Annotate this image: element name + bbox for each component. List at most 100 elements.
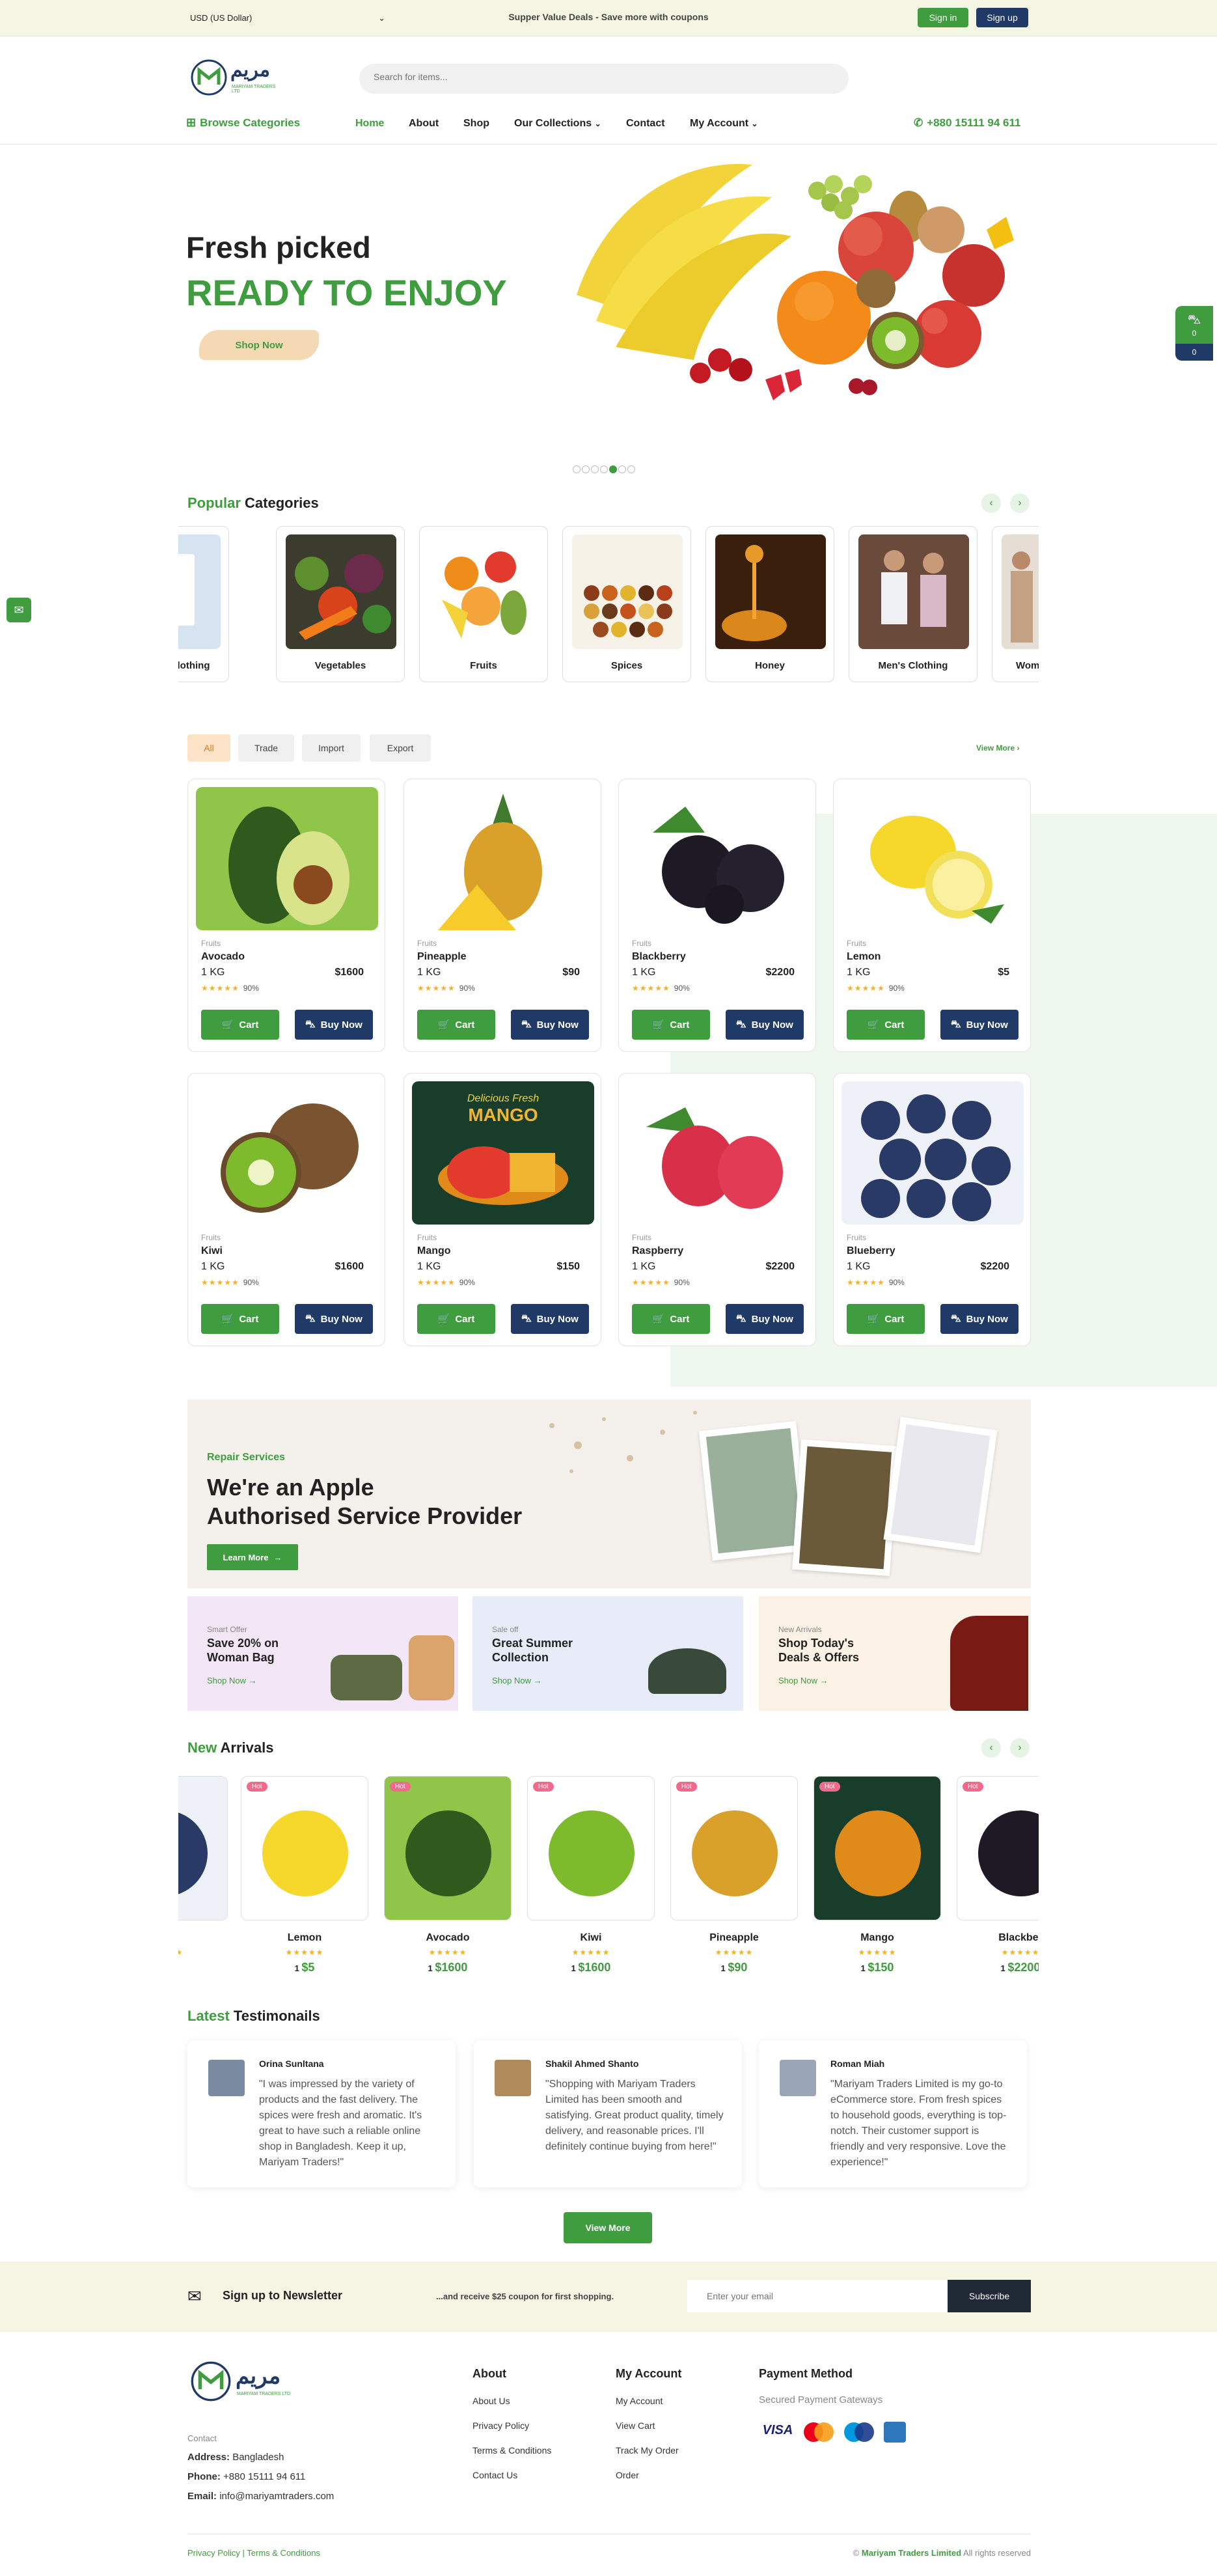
product-name[interactable]: Mango [417, 1245, 451, 1257]
promo-shop-link[interactable]: Shop Now → [492, 1676, 542, 1685]
logo[interactable]: مريم MARIYAM TRADERS LTD [190, 57, 281, 98]
category-card[interactable]: Spices [562, 526, 691, 682]
category-card[interactable]: Fruits [419, 526, 548, 682]
product-image[interactable] [627, 787, 809, 930]
product-name[interactable]: Blackberry [632, 951, 686, 963]
buy-now-button[interactable]: ⛍ Buy Now [940, 1010, 1019, 1040]
product-card[interactable]: Fruits Lemon 1 KG $5 ★★★★★ 90% 🛒 Cart ⛍ Buy Now [833, 779, 1031, 1052]
slider-dot[interactable] [573, 465, 581, 473]
product-name[interactable]: Kiwi [201, 1245, 223, 1257]
product-image[interactable]: Delicious Fresh MANGO [412, 1081, 594, 1225]
prev-arrow-icon[interactable]: ‹ [981, 1738, 1001, 1758]
buy-now-button[interactable]: ⛍ Buy Now [940, 1304, 1019, 1334]
promo-shop-link[interactable]: Shop Now → [207, 1676, 257, 1685]
product-image[interactable] [841, 787, 1024, 930]
add-to-cart-button[interactable]: 🛒 Cart [417, 1010, 495, 1040]
slider-dot[interactable] [618, 465, 626, 473]
browse-categories[interactable]: ⊞ Browse Categories [186, 116, 300, 130]
buy-now-button[interactable]: ⛍ Buy Now [726, 1010, 804, 1040]
slider-dot[interactable] [591, 465, 599, 473]
next-arrow-icon[interactable]: › [1010, 493, 1030, 513]
product-name[interactable]: Blueberry [847, 1245, 896, 1257]
next-arrow-icon[interactable]: › [1010, 1738, 1030, 1758]
testimonials-view-more-button[interactable]: View More [564, 2212, 652, 2243]
product-image[interactable] [841, 1081, 1024, 1225]
product-card[interactable]: Fruits Kiwi 1 KG $1600 ★★★★★ 90% 🛒 Cart ⛍ Buy Now [187, 1073, 385, 1346]
product-card[interactable]: Fruits Blueberry 1 KG $2200 ★★★★★ 90% 🛒 Cart ⛍ Bu… [833, 1073, 1031, 1346]
category-card[interactable]: Men's Clothing [849, 526, 978, 682]
tab-export[interactable]: Export [370, 734, 431, 762]
add-to-cart-button[interactable]: 🛒 Cart [847, 1010, 925, 1040]
buy-now-button[interactable]: ⛍ Buy Now [295, 1304, 373, 1334]
view-more-link[interactable]: View More › [976, 743, 1019, 753]
arrival-image[interactable]: Hot [384, 1776, 512, 1920]
product-name[interactable]: Lemon [847, 951, 881, 963]
shop-now-button[interactable]: Shop Now [199, 330, 319, 360]
arrival-image[interactable]: Hot [527, 1776, 655, 1920]
product-card[interactable]: Fruits Raspberry 1 KG $2200 ★★★★★ 90% 🛒 Cart ⛍ Bu… [618, 1073, 816, 1346]
arrival-image[interactable]: Hot [241, 1776, 368, 1920]
signin-button[interactable]: Sign in [918, 8, 968, 27]
learn-more-button[interactable]: Learn More → [207, 1544, 298, 1570]
add-to-cart-button[interactable]: 🛒 Cart [847, 1304, 925, 1334]
nav-about[interactable]: About [409, 118, 439, 130]
product-name[interactable]: Pineapple [417, 951, 467, 963]
subscribe-button[interactable]: Subscribe [948, 2280, 1031, 2312]
footer-link-track-order[interactable]: Track My Order [616, 2445, 679, 2456]
arrival-item[interactable]: Hot Mango ★★★★★ 1 $150 [814, 1776, 941, 1982]
product-card[interactable]: Fruits Pineapple 1 KG $90 ★★★★★ 90% 🛒 Cart ⛍ Buy … [403, 779, 601, 1052]
category-card[interactable]: Wom [992, 526, 1039, 682]
arrival-item[interactable]: y ★★★★★ 1 0 [178, 1776, 228, 1982]
product-name[interactable]: Raspberry [632, 1245, 683, 1257]
product-card[interactable]: Delicious Fresh MANGO Fruits Mango 1 KG $150 ★… [403, 1073, 601, 1346]
footer-link-order[interactable]: Order [616, 2470, 639, 2480]
product-image[interactable] [196, 787, 378, 930]
arrival-image[interactable] [178, 1776, 228, 1920]
buy-now-button[interactable]: ⛍ Buy Now [511, 1304, 589, 1334]
add-to-cart-button[interactable]: 🛒 Cart [417, 1304, 495, 1334]
footer-link-my-account[interactable]: My Account [616, 2396, 663, 2406]
promo-card[interactable]: Sale off Great Summer Collection Shop No… [472, 1596, 743, 1711]
add-to-cart-button[interactable]: 🛒 Cart [632, 1010, 710, 1040]
product-card[interactable]: Fruits Avocado 1 KG $1600 ★★★★★ 90% 🛒 Cart ⛍ Buy … [187, 779, 385, 1052]
floating-cart[interactable]: ⛍ 0 0 [1175, 306, 1213, 361]
category-card[interactable]: Vegetables [276, 526, 405, 682]
product-name[interactable]: Avocado [201, 951, 245, 963]
search-bar[interactable] [359, 64, 849, 94]
footer-link-contact[interactable]: Contact Us [472, 2470, 517, 2480]
product-image[interactable] [196, 1081, 378, 1225]
add-to-cart-button[interactable]: 🛒 Cart [201, 1010, 279, 1040]
newsletter-email-input[interactable] [687, 2280, 948, 2312]
prev-arrow-icon[interactable]: ‹ [981, 493, 1001, 513]
slider-dot[interactable] [627, 465, 635, 473]
add-to-cart-button[interactable]: 🛒 Cart [201, 1304, 279, 1334]
nav-collections[interactable]: Our Collections ⌄ [514, 118, 601, 130]
nav-home[interactable]: Home [355, 118, 384, 130]
arrival-item[interactable]: Hot Blackber ★★★★★ 1 $2200 [957, 1776, 1039, 1982]
arrival-item[interactable]: Hot Kiwi ★★★★★ 1 $1600 [527, 1776, 655, 1982]
buy-now-button[interactable]: ⛍ Buy Now [511, 1010, 589, 1040]
nav-shop[interactable]: Shop [463, 118, 489, 130]
promo-card[interactable]: New Arrivals Shop Today's Deals & Offers… [759, 1596, 1031, 1711]
footer-legal-links[interactable]: Privacy Policy | Terms & Conditions [187, 2548, 320, 2558]
footer-link-view-cart[interactable]: View Cart [616, 2420, 655, 2431]
footer-link-privacy[interactable]: Privacy Policy [472, 2420, 529, 2431]
footer-link-terms[interactable]: Terms & Conditions [472, 2445, 551, 2456]
category-card[interactable]: Kids Clothing [178, 526, 229, 682]
footer-logo[interactable]: مريم MARIYAM TRADERS LTD [190, 2361, 307, 2406]
product-card[interactable]: Fruits Blackberry 1 KG $2200 ★★★★★ 90% 🛒 Cart ⛍ B… [618, 779, 816, 1052]
arrival-item[interactable]: Hot Lemon ★★★★★ 1 $5 [241, 1776, 368, 1982]
buy-now-button[interactable]: ⛍ Buy Now [295, 1010, 373, 1040]
tab-import[interactable]: Import [302, 734, 361, 762]
arrival-item[interactable]: Hot Pineapple ★★★★★ 1 $90 [670, 1776, 798, 1982]
slider-dot[interactable] [582, 465, 590, 473]
slider-dot-active[interactable] [609, 465, 617, 473]
arrival-image[interactable]: Hot [957, 1776, 1039, 1920]
add-to-cart-button[interactable]: 🛒 Cart [632, 1304, 710, 1334]
category-card[interactable]: Honey [705, 526, 834, 682]
currency-select[interactable]: USD (US Dollar) ⌄ [190, 13, 385, 23]
buy-now-button[interactable]: ⛍ Buy Now [726, 1304, 804, 1334]
product-image[interactable] [412, 787, 594, 930]
signup-button[interactable]: Sign up [976, 8, 1028, 27]
phone-link[interactable]: ✆ +880 15111 94 611 [914, 117, 1020, 130]
